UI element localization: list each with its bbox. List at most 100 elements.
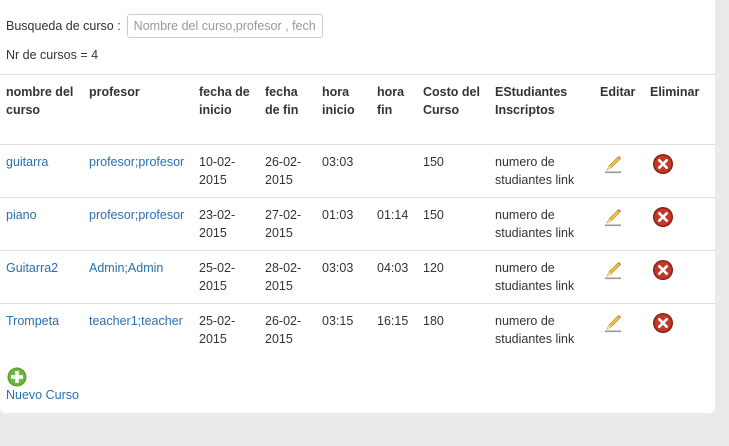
end-date: 26-02-2015 bbox=[265, 155, 302, 187]
plus-circle-icon[interactable] bbox=[7, 367, 27, 387]
cell-students-enrolled-link: numero de studiantes link bbox=[489, 251, 594, 304]
cell-end-date: 28-02-2015 bbox=[259, 251, 316, 304]
cell-course-name-link: Guitarra2 bbox=[0, 251, 83, 304]
header-nombre: nombre del curso bbox=[6, 85, 74, 117]
cell-delete bbox=[644, 145, 715, 198]
course-cost: 180 bbox=[423, 314, 444, 328]
start-date: 25-02-2015 bbox=[199, 261, 236, 293]
cell-course-cost: 120 bbox=[417, 251, 489, 304]
cell-teacher-link: teacher1;teacher bbox=[83, 304, 193, 357]
delete-x-icon[interactable] bbox=[652, 312, 674, 334]
teacher-link[interactable]: teacher1;teacher bbox=[89, 314, 183, 328]
end-time: 04:03 bbox=[377, 261, 409, 275]
cell-course-name-link: guitarra bbox=[0, 145, 83, 198]
cell-end-date: 26-02-2015 bbox=[259, 145, 316, 198]
header-estudiantes: EStudiantes Inscriptos bbox=[495, 85, 568, 117]
cell-course-cost: 150 bbox=[417, 145, 489, 198]
cell-start-time: 03:03 bbox=[316, 251, 371, 304]
header-editar: Editar bbox=[600, 85, 636, 99]
table-row: piano profesor;profesor 23-02-2015 27-02-20… bbox=[0, 197, 715, 251]
cell-teacher-link: profesor;profesor bbox=[83, 145, 193, 198]
end-date: 26-02-2015 bbox=[265, 314, 302, 346]
start-time: 03:03 bbox=[322, 261, 354, 275]
cell-delete bbox=[644, 304, 715, 357]
cell-start-date: 23-02-2015 bbox=[193, 198, 259, 251]
courses-panel: Busqueda de curso : Nombre del curso,pro… bbox=[0, 0, 715, 413]
end-date: 28-02-2015 bbox=[265, 261, 302, 293]
course-name-link[interactable]: guitarra bbox=[6, 155, 48, 169]
start-date: 23-02-2015 bbox=[199, 208, 236, 240]
delete-x-icon[interactable] bbox=[652, 259, 674, 281]
cell-course-name-link: piano bbox=[0, 198, 83, 251]
add-course-link[interactable]: Nuevo Curso bbox=[6, 388, 79, 402]
header-fecha-inicio: fecha de inicio bbox=[199, 85, 250, 117]
courses-table: nombre del curso profesor fecha de inici… bbox=[0, 74, 715, 356]
start-time: 03:03 bbox=[322, 155, 354, 169]
table-row: Guitarra2 Admin;Admin 25-02-2015 28-02-2015… bbox=[0, 250, 715, 304]
course-cost: 120 bbox=[423, 261, 444, 275]
cell-edit bbox=[594, 145, 644, 198]
cell-students-enrolled-link: numero de studiantes link bbox=[489, 145, 594, 198]
cell-start-time: 03:03 bbox=[316, 145, 371, 198]
cell-end-date: 26-02-2015 bbox=[259, 304, 316, 357]
students-enrolled-link[interactable]: numero de studiantes link bbox=[495, 314, 574, 346]
cell-edit bbox=[594, 251, 644, 304]
course-cost: 150 bbox=[423, 208, 444, 222]
pencil-icon[interactable] bbox=[602, 312, 624, 334]
end-date: 27-02-2015 bbox=[265, 208, 302, 240]
start-time: 01:03 bbox=[322, 208, 354, 222]
students-enrolled-link[interactable]: numero de studiantes link bbox=[495, 208, 574, 240]
course-name-link[interactable]: piano bbox=[6, 208, 37, 222]
teacher-link[interactable]: profesor;profesor bbox=[89, 208, 184, 222]
pencil-icon[interactable] bbox=[602, 153, 624, 175]
table-row: guitarra profesor;profesor 10-02-2015 26-02… bbox=[0, 144, 715, 198]
start-date: 10-02-2015 bbox=[199, 155, 236, 187]
header-hora-fin: hora fin bbox=[377, 85, 405, 117]
search-input[interactable]: Nombre del curso,profesor , fech bbox=[126, 14, 323, 38]
cell-course-name-link: Trompeta bbox=[0, 304, 83, 357]
cell-delete bbox=[644, 198, 715, 251]
table-header-row: nombre del curso profesor fecha de inici… bbox=[0, 75, 715, 145]
add-course-button[interactable] bbox=[7, 367, 27, 387]
cell-end-time: 16:15 bbox=[371, 304, 417, 357]
teacher-link[interactable]: Admin;Admin bbox=[89, 261, 163, 275]
header-eliminar: Eliminar bbox=[650, 85, 700, 99]
pencil-icon[interactable] bbox=[602, 259, 624, 281]
header-profesor: profesor bbox=[89, 85, 140, 99]
cell-start-date: 10-02-2015 bbox=[193, 145, 259, 198]
cell-start-time: 03:15 bbox=[316, 304, 371, 357]
start-time: 03:15 bbox=[322, 314, 354, 328]
cell-delete bbox=[644, 251, 715, 304]
cell-start-date: 25-02-2015 bbox=[193, 251, 259, 304]
delete-x-icon[interactable] bbox=[652, 206, 674, 228]
cell-edit bbox=[594, 198, 644, 251]
header-hora-inicio: hora inicio bbox=[322, 85, 355, 117]
course-name-link[interactable]: Guitarra2 bbox=[6, 261, 58, 275]
pencil-icon[interactable] bbox=[602, 206, 624, 228]
cell-course-cost: 150 bbox=[417, 198, 489, 251]
cell-students-enrolled-link: numero de studiantes link bbox=[489, 304, 594, 357]
teacher-link[interactable]: profesor;profesor bbox=[89, 155, 184, 169]
end-time: 16:15 bbox=[377, 314, 409, 328]
delete-x-icon[interactable] bbox=[652, 153, 674, 175]
course-name-link[interactable]: Trompeta bbox=[6, 314, 59, 328]
cell-end-date: 27-02-2015 bbox=[259, 198, 316, 251]
students-enrolled-link[interactable]: numero de studiantes link bbox=[495, 155, 574, 187]
cell-end-time: 04:03 bbox=[371, 251, 417, 304]
search-row: Busqueda de curso : Nombre del curso,pro… bbox=[6, 12, 323, 40]
table-row: Trompeta teacher1;teacher 25-02-2015 26-02-… bbox=[0, 303, 715, 357]
course-cost: 150 bbox=[423, 155, 444, 169]
cell-start-date: 25-02-2015 bbox=[193, 304, 259, 357]
cell-teacher-link: Admin;Admin bbox=[83, 251, 193, 304]
cell-edit bbox=[594, 304, 644, 357]
search-label: Busqueda de curso : bbox=[6, 19, 121, 33]
header-costo: Costo del Curso bbox=[423, 85, 480, 117]
cell-end-time: 01:14 bbox=[371, 198, 417, 251]
students-enrolled-link[interactable]: numero de studiantes link bbox=[495, 261, 574, 293]
end-time: 01:14 bbox=[377, 208, 409, 222]
cell-end-time bbox=[371, 145, 417, 198]
cell-start-time: 01:03 bbox=[316, 198, 371, 251]
cell-course-cost: 180 bbox=[417, 304, 489, 357]
course-count: Nr de cursos = 4 bbox=[6, 48, 99, 62]
cell-teacher-link: profesor;profesor bbox=[83, 198, 193, 251]
